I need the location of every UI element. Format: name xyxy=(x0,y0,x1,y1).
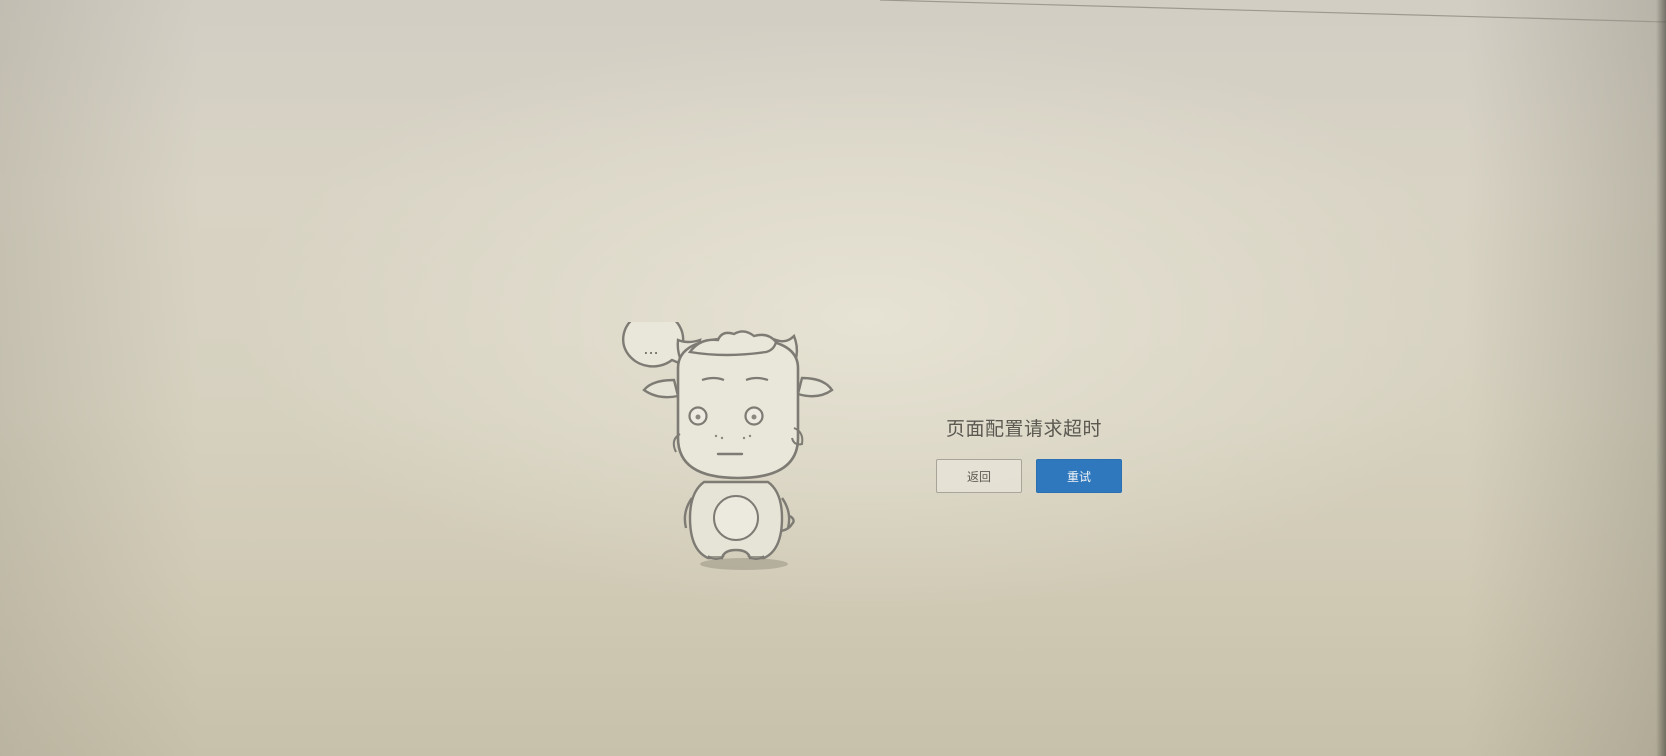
back-button[interactable]: 返回 xyxy=(936,459,1022,493)
error-panel: 页面配置请求超时 返回 重试 xyxy=(900,414,1140,493)
bubble-dots: ... xyxy=(643,339,658,358)
retry-button-label: 重试 xyxy=(1066,469,1091,484)
error-message: 页面配置请求超时 xyxy=(946,418,1103,440)
retry-button[interactable]: 重试 xyxy=(1036,459,1122,493)
monitor-right-bezel xyxy=(1656,0,1666,756)
goat-mascot-icon: ... xyxy=(622,322,834,570)
monitor-top-edge xyxy=(879,0,1666,23)
back-button-label: 返回 xyxy=(966,469,991,484)
action-buttons: 返回 重试 xyxy=(936,459,1140,493)
